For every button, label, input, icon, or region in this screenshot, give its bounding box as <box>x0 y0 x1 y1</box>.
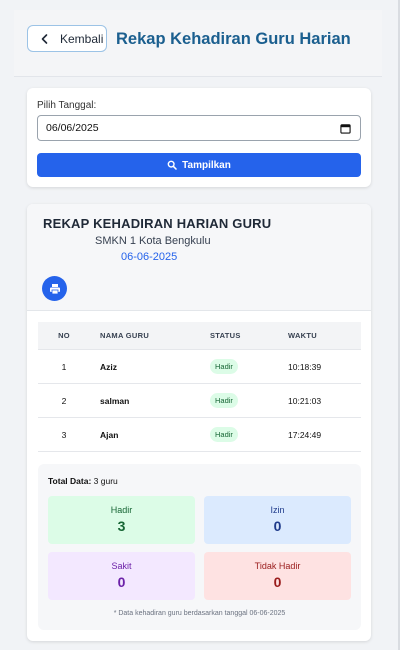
total-data: Total Data: 3 guru <box>48 476 118 486</box>
date-input[interactable]: 06/06/2025 <box>37 115 361 141</box>
school-name: SMKN 1 Kota Bengkulu <box>95 235 211 247</box>
status-badge: Hadir <box>210 359 238 374</box>
total-value: 3 guru <box>93 476 118 486</box>
back-button[interactable]: Kembali <box>27 25 107 52</box>
izin-count: 0 <box>273 518 282 534</box>
izin-box: Izin 0 <box>204 496 351 544</box>
report-header: REKAP KEHADIRAN HARIAN GURU SMKN 1 Kota … <box>27 204 371 311</box>
report-title: REKAP KEHADIRAN HARIAN GURU <box>43 216 272 231</box>
tidak-hadir-count: 0 <box>273 574 282 590</box>
status-badge: Hadir <box>210 427 238 442</box>
hadir-box: Hadir 3 <box>48 496 195 544</box>
row-name: Ajan <box>100 429 119 440</box>
total-label: Total Data: <box>48 476 92 486</box>
col-status: STATUS <box>210 331 241 340</box>
search-icon <box>167 160 177 170</box>
sakit-box: Sakit 0 <box>48 552 195 600</box>
row-time: 10:21:03 <box>288 395 322 406</box>
printer-icon <box>49 283 60 294</box>
report-card: REKAP KEHADIRAN HARIAN GURU SMKN 1 Kota … <box>27 204 371 641</box>
print-button[interactable] <box>42 276 67 301</box>
tidak-hadir-box: Tidak Hadir 0 <box>204 552 351 600</box>
chevron-left-icon <box>41 33 48 44</box>
page-title: Rekap Kehadiran Guru Harian <box>116 30 351 48</box>
summary-panel: Total Data: 3 guru Hadir 3 Izin 0 Sakit … <box>38 464 361 630</box>
calendar-icon[interactable] <box>340 123 351 134</box>
hadir-count: 3 <box>117 518 126 534</box>
row-no: 2 <box>61 395 67 406</box>
row-no: 3 <box>61 429 67 440</box>
table-header: NO NAMA GURU STATUS WAKTU <box>38 322 361 350</box>
attendance-table: NO NAMA GURU STATUS WAKTU 1 Aziz Hadir 1… <box>38 322 361 452</box>
sakit-label: Sakit <box>111 561 132 571</box>
row-name: salman <box>100 395 130 406</box>
row-name: Aziz <box>100 361 117 372</box>
footnote: * Data kehadiran guru berdasarkan tangga… <box>113 610 286 617</box>
table-row: 2 salman Hadir 10:21:03 <box>38 384 361 418</box>
col-no: NO <box>58 331 70 340</box>
row-time: 10:18:39 <box>288 361 322 372</box>
show-button-label: Tampilkan <box>182 159 231 171</box>
hadir-label: Hadir <box>110 505 133 515</box>
row-status-cell: Hadir <box>200 393 278 408</box>
date-filter-card: Pilih Tanggal: 06/06/2025 Tampilkan <box>27 88 371 187</box>
report-date: 06-06-2025 <box>121 251 178 263</box>
izin-label: Izin <box>270 505 285 515</box>
row-time: 17:24:49 <box>288 429 322 440</box>
col-time: WAKTU <box>288 331 317 340</box>
date-value: 06/06/2025 <box>46 122 99 134</box>
col-name: NAMA GURU <box>100 331 150 340</box>
sakit-count: 0 <box>117 574 126 590</box>
app-frame: Kembali Rekap Kehadiran Guru Harian Pili… <box>0 0 400 650</box>
status-badge: Hadir <box>210 393 238 408</box>
table-row: 3 Ajan Hadir 17:24:49 <box>38 418 361 452</box>
row-no: 1 <box>61 361 67 372</box>
show-button[interactable]: Tampilkan <box>37 153 361 177</box>
row-status-cell: Hadir <box>200 359 278 374</box>
table-row: 1 Aziz Hadir 10:18:39 <box>38 350 361 384</box>
tidak-hadir-label: Tidak Hadir <box>254 561 301 571</box>
date-label: Pilih Tanggal: <box>37 100 97 111</box>
row-status-cell: Hadir <box>200 427 278 442</box>
back-button-label: Kembali <box>60 31 104 46</box>
page-header: Kembali Rekap Kehadiran Guru Harian <box>14 10 382 77</box>
